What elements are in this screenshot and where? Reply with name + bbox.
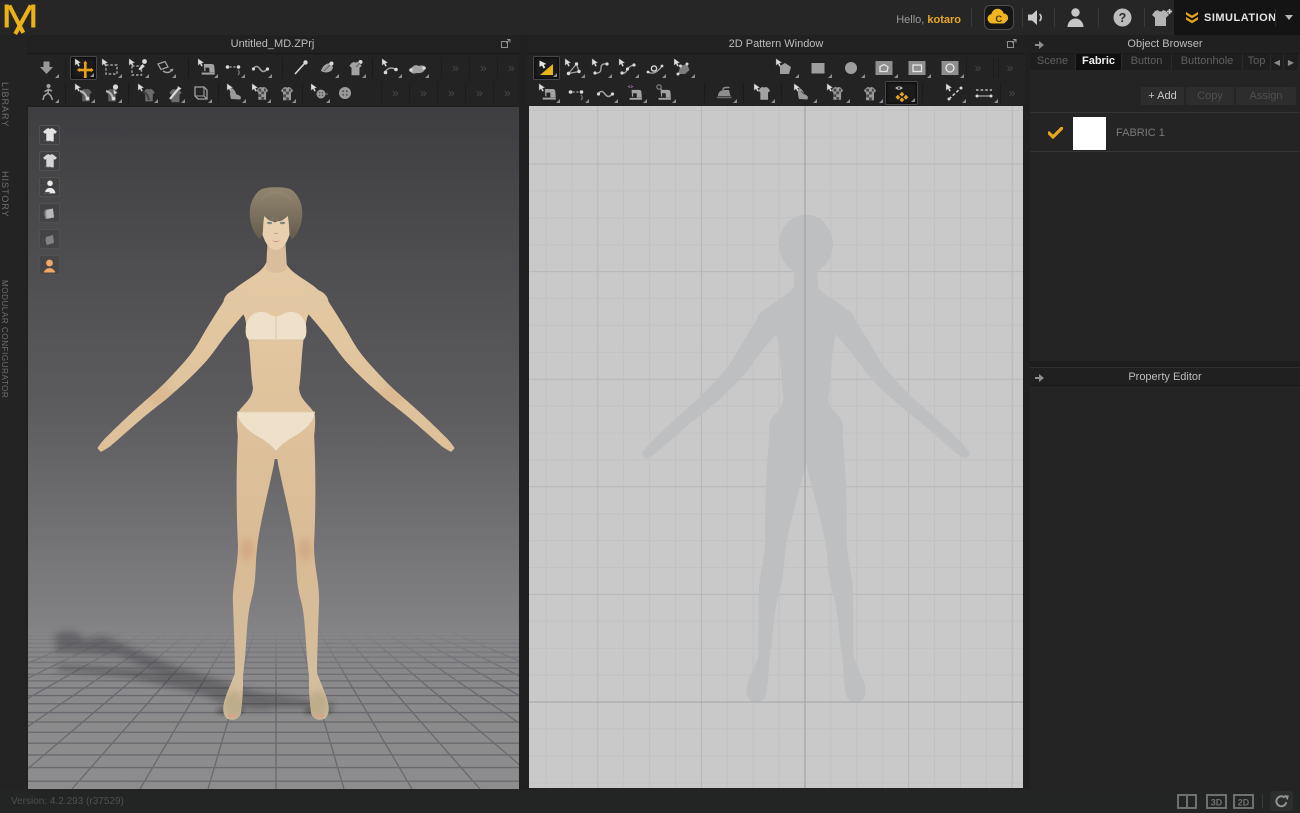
svg-text:C: C bbox=[995, 14, 1002, 25]
svg-text:2D: 2D bbox=[1238, 798, 1250, 808]
svg-text:3D: 3D bbox=[1211, 798, 1223, 808]
svg-text:?: ? bbox=[1119, 11, 1127, 25]
